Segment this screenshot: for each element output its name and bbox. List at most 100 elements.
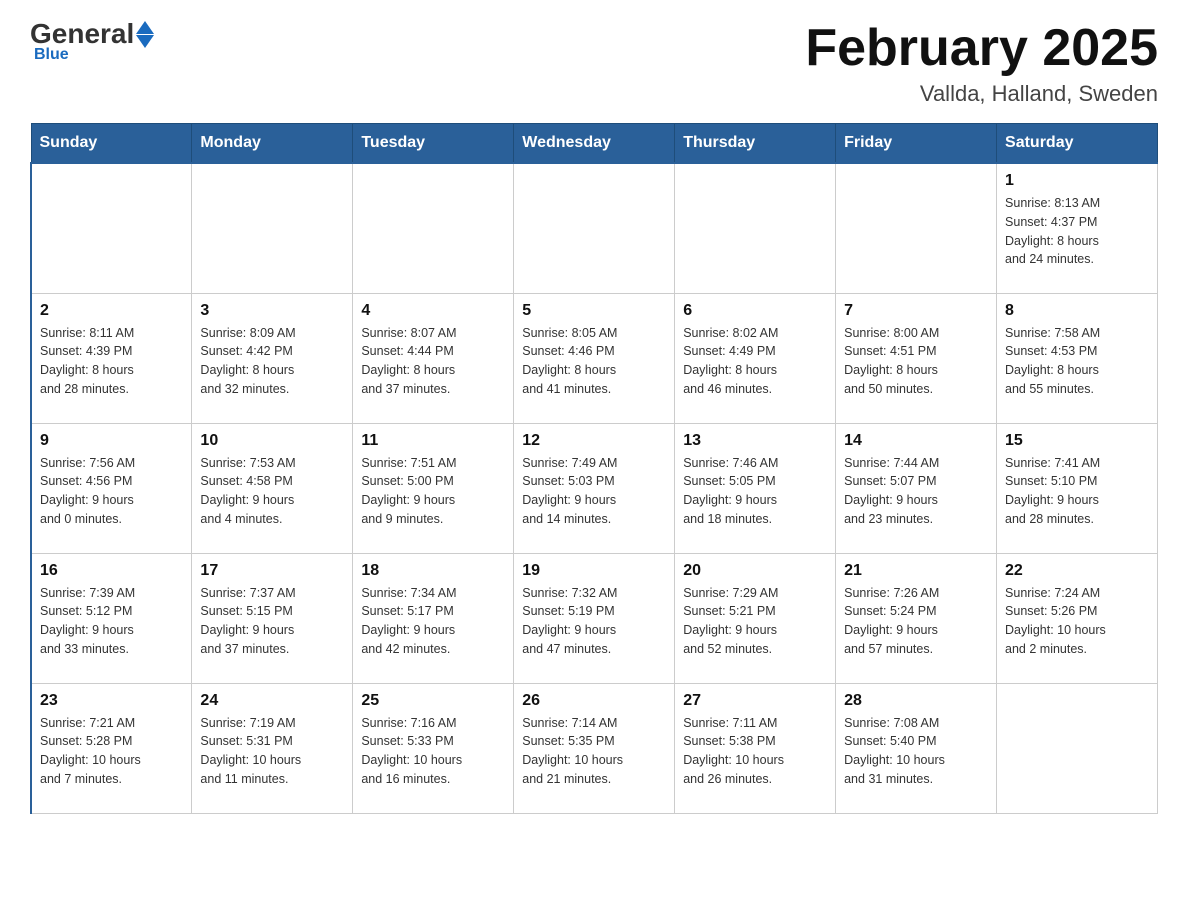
day-info: Sunrise: 7:32 AM Sunset: 5:19 PM Dayligh… <box>522 584 666 659</box>
day-cell <box>31 163 192 293</box>
day-number: 19 <box>522 562 666 580</box>
logo-blue: Blue <box>34 46 69 64</box>
day-cell: 13Sunrise: 7:46 AM Sunset: 5:05 PM Dayli… <box>675 423 836 553</box>
day-info: Sunrise: 7:44 AM Sunset: 5:07 PM Dayligh… <box>844 454 988 529</box>
day-cell: 28 Sunrise: 7:08 AM Sunset: 5:40 PM Dayli… <box>836 683 997 813</box>
day-number: 2 <box>40 302 183 320</box>
day-cell: 3 Sunrise: 8:09 AM Sunset: 4:42 PM Daylig… <box>192 293 353 423</box>
day-info: Sunrise: 8:05 AM Sunset: 4:46 PM Dayligh… <box>522 324 666 399</box>
day-cell: 12 Sunrise: 7:49 AM Sunset: 5:03 PM Dayli… <box>514 423 675 553</box>
day-info: Sunrise: 7:53 AM Sunset: 4:58 PM Dayligh… <box>200 454 344 529</box>
day-info: Sunrise: 7:21 AM Sunset: 5:28 PM Dayligh… <box>40 714 183 789</box>
day-info: Sunrise: 7:16 AM Sunset: 5:33 PM Dayligh… <box>361 714 505 789</box>
day-number: 12 <box>522 432 666 450</box>
day-number: 28 <box>844 692 988 710</box>
header-cell-tuesday: Tuesday <box>353 124 514 164</box>
day-number: 7 <box>844 302 988 320</box>
day-number: 22 <box>1005 562 1149 580</box>
day-cell <box>997 683 1158 813</box>
day-number: 25 <box>361 692 505 710</box>
day-number: 9 <box>40 432 183 450</box>
day-cell: 23 Sunrise: 7:21 AM Sunset: 5:28 PM Dayli… <box>31 683 192 813</box>
header-cell-sunday: Sunday <box>31 124 192 164</box>
page-header: General Blue February 2025 Vallda, Halla… <box>30 20 1158 107</box>
day-info: Sunrise: 7:34 AM Sunset: 5:17 PM Dayligh… <box>361 584 505 659</box>
logo-triangle-down <box>136 35 154 48</box>
day-cell: 17 Sunrise: 7:37 AM Sunset: 5:15 PM Dayli… <box>192 553 353 683</box>
calendar-table: SundayMondayTuesdayWednesdayThursdayFrid… <box>30 123 1158 814</box>
day-info: Sunrise: 7:58 AM Sunset: 4:53 PM Dayligh… <box>1005 324 1149 399</box>
day-cell: 5 Sunrise: 8:05 AM Sunset: 4:46 PM Daylig… <box>514 293 675 423</box>
day-cell: 25 Sunrise: 7:16 AM Sunset: 5:33 PM Dayli… <box>353 683 514 813</box>
day-cell: 1 Sunrise: 8:13 AM Sunset: 4:37 PM Daylig… <box>997 163 1158 293</box>
day-number: 20 <box>683 562 827 580</box>
week-row-3: 9 Sunrise: 7:56 AM Sunset: 4:56 PM Daylig… <box>31 423 1158 553</box>
day-cell: 4 Sunrise: 8:07 AM Sunset: 4:44 PM Daylig… <box>353 293 514 423</box>
day-number: 16 <box>40 562 183 580</box>
day-number: 24 <box>200 692 344 710</box>
day-cell: 18 Sunrise: 7:34 AM Sunset: 5:17 PM Dayli… <box>353 553 514 683</box>
day-info: Sunrise: 7:37 AM Sunset: 5:15 PM Dayligh… <box>200 584 344 659</box>
day-number: 21 <box>844 562 988 580</box>
day-number: 3 <box>200 302 344 320</box>
month-title: February 2025 <box>805 20 1158 77</box>
week-row-5: 23 Sunrise: 7:21 AM Sunset: 5:28 PM Dayli… <box>31 683 1158 813</box>
day-number: 27 <box>683 692 827 710</box>
day-cell: 19 Sunrise: 7:32 AM Sunset: 5:19 PM Dayli… <box>514 553 675 683</box>
day-number: 23 <box>40 692 183 710</box>
day-info: Sunrise: 8:13 AM Sunset: 4:37 PM Dayligh… <box>1005 194 1149 269</box>
day-info: Sunrise: 7:26 AM Sunset: 5:24 PM Dayligh… <box>844 584 988 659</box>
day-cell: 9 Sunrise: 7:56 AM Sunset: 4:56 PM Daylig… <box>31 423 192 553</box>
day-info: Sunrise: 7:56 AM Sunset: 4:56 PM Dayligh… <box>40 454 183 529</box>
day-info: Sunrise: 7:29 AM Sunset: 5:21 PM Dayligh… <box>683 584 827 659</box>
day-cell: 27 Sunrise: 7:11 AM Sunset: 5:38 PM Dayli… <box>675 683 836 813</box>
week-row-4: 16Sunrise: 7:39 AM Sunset: 5:12 PM Dayli… <box>31 553 1158 683</box>
day-number: 8 <box>1005 302 1149 320</box>
day-cell: 7 Sunrise: 8:00 AM Sunset: 4:51 PM Daylig… <box>836 293 997 423</box>
day-number: 1 <box>1005 172 1149 190</box>
day-number: 11 <box>361 432 505 450</box>
day-number: 15 <box>1005 432 1149 450</box>
day-cell <box>353 163 514 293</box>
header-cell-monday: Monday <box>192 124 353 164</box>
day-number: 4 <box>361 302 505 320</box>
week-row-2: 2Sunrise: 8:11 AM Sunset: 4:39 PM Daylig… <box>31 293 1158 423</box>
day-cell: 24Sunrise: 7:19 AM Sunset: 5:31 PM Dayli… <box>192 683 353 813</box>
header-cell-wednesday: Wednesday <box>514 124 675 164</box>
logo: General Blue <box>30 20 154 64</box>
calendar-header: SundayMondayTuesdayWednesdayThursdayFrid… <box>31 124 1158 164</box>
day-cell: 20 Sunrise: 7:29 AM Sunset: 5:21 PM Dayli… <box>675 553 836 683</box>
day-info: Sunrise: 7:46 AM Sunset: 5:05 PM Dayligh… <box>683 454 827 529</box>
day-cell: 26Sunrise: 7:14 AM Sunset: 5:35 PM Dayli… <box>514 683 675 813</box>
day-cell: 6Sunrise: 8:02 AM Sunset: 4:49 PM Daylig… <box>675 293 836 423</box>
day-info: Sunrise: 7:08 AM Sunset: 5:40 PM Dayligh… <box>844 714 988 789</box>
day-cell <box>675 163 836 293</box>
day-number: 17 <box>200 562 344 580</box>
header-row: SundayMondayTuesdayWednesdayThursdayFrid… <box>31 124 1158 164</box>
day-number: 14 <box>844 432 988 450</box>
day-cell: 21 Sunrise: 7:26 AM Sunset: 5:24 PM Dayli… <box>836 553 997 683</box>
day-info: Sunrise: 8:09 AM Sunset: 4:42 PM Dayligh… <box>200 324 344 399</box>
location: Vallda, Halland, Sweden <box>805 81 1158 107</box>
day-number: 18 <box>361 562 505 580</box>
day-info: Sunrise: 7:24 AM Sunset: 5:26 PM Dayligh… <box>1005 584 1149 659</box>
logo-general: General <box>30 20 134 48</box>
day-cell: 11 Sunrise: 7:51 AM Sunset: 5:00 PM Dayli… <box>353 423 514 553</box>
day-info: Sunrise: 7:11 AM Sunset: 5:38 PM Dayligh… <box>683 714 827 789</box>
day-number: 5 <box>522 302 666 320</box>
title-block: February 2025 Vallda, Halland, Sweden <box>805 20 1158 107</box>
day-info: Sunrise: 8:00 AM Sunset: 4:51 PM Dayligh… <box>844 324 988 399</box>
day-cell: 16Sunrise: 7:39 AM Sunset: 5:12 PM Dayli… <box>31 553 192 683</box>
day-cell <box>192 163 353 293</box>
day-info: Sunrise: 7:51 AM Sunset: 5:00 PM Dayligh… <box>361 454 505 529</box>
day-cell <box>514 163 675 293</box>
header-cell-friday: Friday <box>836 124 997 164</box>
header-cell-thursday: Thursday <box>675 124 836 164</box>
day-info: Sunrise: 7:49 AM Sunset: 5:03 PM Dayligh… <box>522 454 666 529</box>
day-info: Sunrise: 7:14 AM Sunset: 5:35 PM Dayligh… <box>522 714 666 789</box>
day-cell: 2Sunrise: 8:11 AM Sunset: 4:39 PM Daylig… <box>31 293 192 423</box>
day-info: Sunrise: 8:07 AM Sunset: 4:44 PM Dayligh… <box>361 324 505 399</box>
day-cell: 8 Sunrise: 7:58 AM Sunset: 4:53 PM Daylig… <box>997 293 1158 423</box>
day-cell: 14 Sunrise: 7:44 AM Sunset: 5:07 PM Dayli… <box>836 423 997 553</box>
day-cell: 10Sunrise: 7:53 AM Sunset: 4:58 PM Dayli… <box>192 423 353 553</box>
